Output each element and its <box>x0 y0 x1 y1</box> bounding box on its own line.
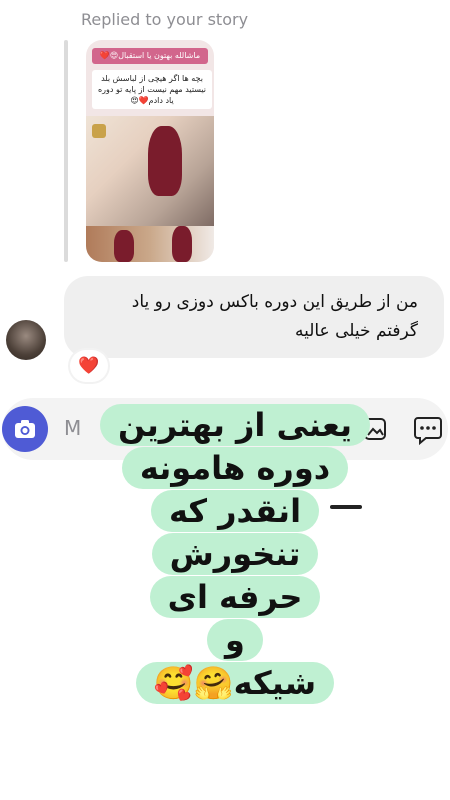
message-line-2: گرفتم خیلی عالیه <box>294 321 418 341</box>
overlay-line-3: انقدر که <box>60 490 410 533</box>
overlay-line-4: تنخورش <box>60 533 410 576</box>
message-bubble[interactable]: من از طریق این دوره باکس دوزی رو یاد گرف… <box>64 276 444 358</box>
dress-figure-bottom-left <box>114 230 134 262</box>
reply-indicator-bar <box>64 40 68 262</box>
story-photo-bottom <box>86 226 214 262</box>
story-banner: ماشالله بهتون یا استقبال😍❤️ <box>92 48 208 64</box>
dress-figure-bottom-right <box>172 226 192 262</box>
camera-icon <box>15 420 35 438</box>
overlay-line-2: دوره هامونه <box>60 447 410 490</box>
camera-button[interactable] <box>2 406 48 452</box>
heart-reaction[interactable]: ❤️ <box>70 350 108 382</box>
replied-to-story-label: Replied to your story <box>81 10 249 29</box>
overlay-line-5: حرفه ای <box>60 576 410 619</box>
message-line-1: من از طریق این دوره باکس دوزی رو یاد <box>131 292 418 312</box>
story-logo <box>92 124 106 138</box>
overlay-line-1: یعنی از بهترین <box>60 404 410 447</box>
overlay-line-6: و <box>60 619 410 662</box>
overlay-line-7: شیکه🤗🥰 <box>60 662 410 705</box>
overlay-caption: یعنی از بهترین دوره هامونه انقدر که تنخو… <box>60 404 410 724</box>
avatar[interactable] <box>6 320 46 360</box>
dress-figure-top <box>148 126 182 196</box>
message-more-icon[interactable] <box>412 414 444 446</box>
story-thumbnail[interactable]: ماشالله بهتون یا استقبال😍❤️ بچه ها اگر ه… <box>86 40 214 262</box>
story-caption: بچه ها اگر هیچی از لباسش بلد نیستید مهم … <box>92 70 212 109</box>
message-text: من از طریق این دوره باکس دوزی رو یاد گرف… <box>78 288 418 346</box>
